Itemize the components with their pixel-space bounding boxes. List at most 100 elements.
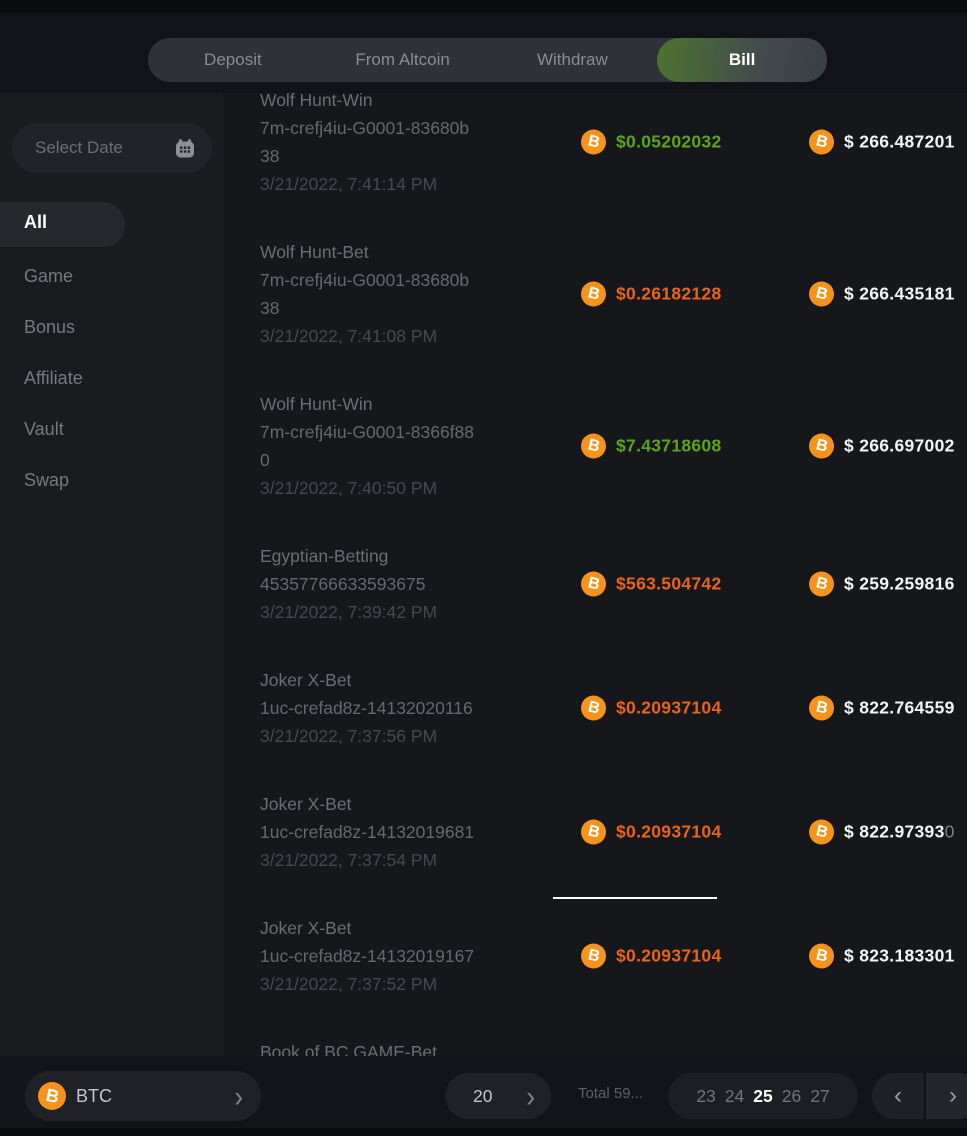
page-number-25-current[interactable]: 25 xyxy=(753,1086,772,1107)
transaction-id: 45357766633593675 xyxy=(260,570,475,598)
transaction-balance: B $ 822.764559 xyxy=(809,696,955,721)
transaction-id: 7m-crefj4iu-G0001-83680b38 xyxy=(260,114,475,170)
transaction-amount: B $0.20937104 xyxy=(581,820,722,845)
sidebar-item-bonus[interactable]: Bonus xyxy=(24,315,75,339)
transaction-id: 7m-crefj4iu-G0001-83680b38 xyxy=(260,266,475,322)
currency-label: BTC xyxy=(76,1086,234,1107)
transaction-list: Wolf Hunt-Win 7m-crefj4iu-G0001-83680b38… xyxy=(223,93,967,1056)
transaction-title: Joker X-Bet xyxy=(260,666,475,694)
transaction-amount: B $7.43718608 xyxy=(581,434,722,459)
transaction-time: 3/21/2022, 7:37:52 PM xyxy=(260,970,475,998)
transaction-time: 3/21/2022, 7:41:14 PM xyxy=(260,170,475,198)
bill-page: Wolf Hunt-Win 7m-crefj4iu-G0001-83680b38… xyxy=(0,0,967,1136)
transaction-amount: B $563.504742 xyxy=(581,572,722,597)
bitcoin-icon: B xyxy=(581,820,606,845)
bitcoin-icon: B xyxy=(809,820,834,845)
previous-page-button[interactable]: ‹ xyxy=(872,1073,926,1119)
page-size-value: 20 xyxy=(473,1086,492,1107)
page-number-23[interactable]: 23 xyxy=(696,1086,715,1107)
bitcoin-icon: B xyxy=(581,130,606,155)
bitcoin-icon: B xyxy=(809,434,834,459)
table-row: Wolf Hunt-Bet 7m-crefj4iu-G0001-83680b38… xyxy=(260,238,967,350)
pagination-nav: ‹ › xyxy=(872,1073,967,1119)
page-number-26[interactable]: 26 xyxy=(782,1086,801,1107)
footer-bar: B BTC › 20 › Total 59... 23 24 25 26 27 … xyxy=(0,1056,967,1136)
transaction-balance: B $ 266.697002 xyxy=(809,434,955,459)
transaction-balance: B $ 259.259816 xyxy=(809,572,955,597)
select-date-input[interactable]: Select Date xyxy=(12,123,212,173)
sidebar-item-all[interactable]: All xyxy=(0,202,125,247)
sidebar-item-vault[interactable]: Vault xyxy=(24,417,64,441)
tab-deposit[interactable]: Deposit xyxy=(148,38,318,82)
transaction-amount: B $0.20937104 xyxy=(581,944,722,969)
transaction-title: Book of BC GAME-Bet xyxy=(260,1038,475,1056)
bitcoin-icon: B xyxy=(38,1082,66,1110)
transaction-time: 3/21/2022, 7:37:56 PM xyxy=(260,722,475,750)
bottom-strip xyxy=(0,1128,967,1136)
bitcoin-icon: B xyxy=(809,130,834,155)
transaction-amount: B $0.26182128 xyxy=(581,282,722,307)
transaction-time: 3/21/2022, 7:40:50 PM xyxy=(260,474,475,502)
bitcoin-icon: B xyxy=(581,572,606,597)
transaction-balance: B $ 266.435181 xyxy=(809,282,955,307)
page-size-selector[interactable]: 20 › xyxy=(445,1073,551,1119)
calendar-icon xyxy=(175,139,195,158)
header: Deposit From Altcoin Withdraw Bill xyxy=(0,0,967,93)
table-row: Egyptian-Betting 45357766633593675 3/21/… xyxy=(260,542,967,626)
bitcoin-icon: B xyxy=(809,282,834,307)
top-strip xyxy=(0,0,967,13)
tab-bar: Deposit From Altcoin Withdraw Bill xyxy=(148,38,827,82)
bitcoin-icon: B xyxy=(809,944,834,969)
pagination: 23 24 25 26 27 xyxy=(668,1073,858,1119)
transaction-balance: B $ 822.973930 xyxy=(809,820,955,845)
transaction-id: 7m-crefj4iu-G0001-8366f880 xyxy=(260,418,475,474)
transaction-title: Wolf Hunt-Bet xyxy=(260,238,475,266)
transaction-balance: B $ 823.183301 xyxy=(809,944,955,969)
table-row: Joker X-Bet 1uc-crefad8z-14132020116 3/2… xyxy=(260,666,967,750)
table-row: Joker X-Bet 1uc-crefad8z-14132019681 3/2… xyxy=(260,790,967,874)
sidebar-item-game[interactable]: Game xyxy=(24,264,73,288)
currency-selector[interactable]: B BTC › xyxy=(25,1071,261,1121)
total-label: Total 59... xyxy=(578,1085,643,1102)
transaction-balance: B $ 266.487201 xyxy=(809,130,955,155)
bitcoin-icon: B xyxy=(581,944,606,969)
chevron-right-icon: › xyxy=(234,1081,243,1111)
table-row: Joker X-Bet 1uc-crefad8z-14132019167 3/2… xyxy=(260,914,967,998)
tab-withdraw[interactable]: Withdraw xyxy=(488,38,658,82)
tab-from-altcoin[interactable]: From Altcoin xyxy=(318,38,488,82)
transaction-title: Joker X-Bet xyxy=(260,790,475,818)
bitcoin-icon: B xyxy=(581,282,606,307)
transaction-title: Joker X-Bet xyxy=(260,914,475,942)
transaction-id: 1uc-crefad8z-14132019681 xyxy=(260,818,475,846)
transaction-amount: B $0.05202032 xyxy=(581,130,722,155)
tab-bill[interactable]: Bill xyxy=(657,38,827,82)
transaction-amount: B $0.20937104 xyxy=(581,696,722,721)
bitcoin-icon: B xyxy=(581,434,606,459)
divider-line xyxy=(553,897,717,899)
transaction-time: 3/21/2022, 7:37:54 PM xyxy=(260,846,475,874)
table-row: Wolf Hunt-Win 7m-crefj4iu-G0001-8366f880… xyxy=(260,390,967,502)
transaction-title: Egyptian-Betting xyxy=(260,542,475,570)
transaction-title: Wolf Hunt-Win xyxy=(260,390,475,418)
sidebar-item-label: All xyxy=(24,212,47,233)
chevron-right-icon: › xyxy=(526,1081,535,1111)
sidebar-item-affiliate[interactable]: Affiliate xyxy=(24,366,83,390)
transaction-id: 1uc-crefad8z-14132020116 xyxy=(260,694,475,722)
bitcoin-icon: B xyxy=(581,696,606,721)
page-number-27[interactable]: 27 xyxy=(810,1086,829,1107)
chevron-right-icon: › xyxy=(949,1082,957,1110)
table-row: Book of BC GAME-Bet xyxy=(260,1038,967,1056)
next-page-button[interactable]: › xyxy=(926,1073,967,1119)
page-number-24[interactable]: 24 xyxy=(725,1086,744,1107)
transaction-time: 3/21/2022, 7:41:08 PM xyxy=(260,322,475,350)
sidebar-item-swap[interactable]: Swap xyxy=(24,468,69,492)
bitcoin-icon: B xyxy=(809,572,834,597)
bitcoin-icon: B xyxy=(809,696,834,721)
transaction-id: 1uc-crefad8z-14132019167 xyxy=(260,942,475,970)
filter-sidebar: Select Date All Game Bonus Affiliate Vau… xyxy=(0,93,223,1056)
select-date-label: Select Date xyxy=(35,138,123,158)
table-row: Wolf Hunt-Win 7m-crefj4iu-G0001-83680b38… xyxy=(260,93,967,198)
transaction-title: Wolf Hunt-Win xyxy=(260,93,475,114)
chevron-left-icon: ‹ xyxy=(894,1082,902,1110)
transaction-time: 3/21/2022, 7:39:42 PM xyxy=(260,598,475,626)
